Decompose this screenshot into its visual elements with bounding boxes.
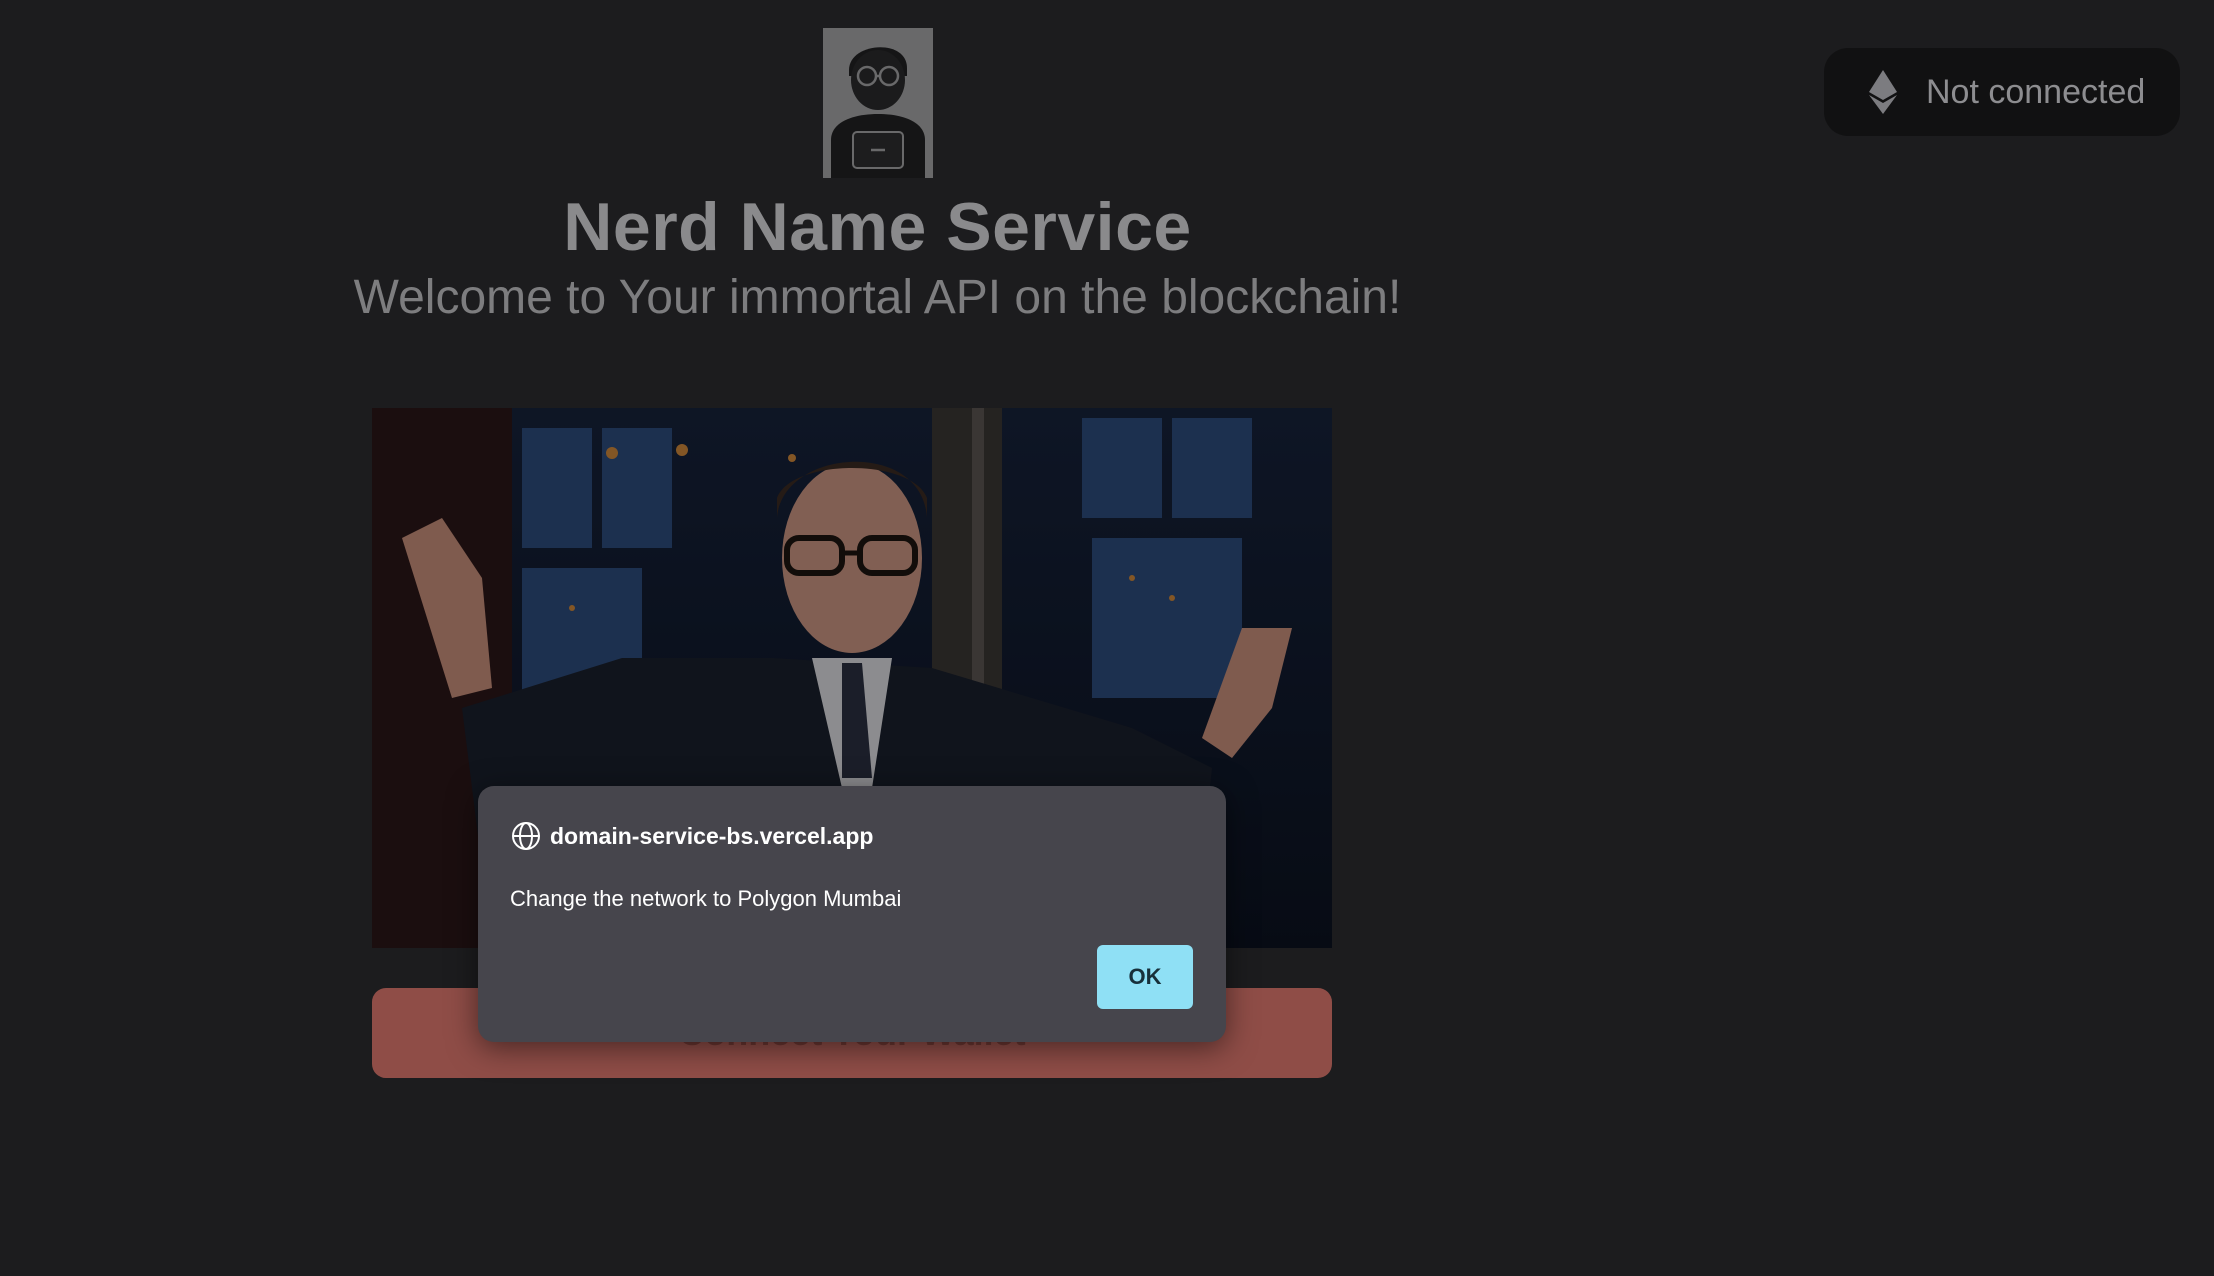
modal-backdrop	[0, 0, 2214, 1276]
alert-dialog: domain-service-bs.vercel.app Change the …	[478, 786, 1226, 1042]
alert-message: Change the network to Polygon Mumbai	[510, 886, 902, 911]
alert-origin-text: domain-service-bs.vercel.app	[550, 822, 874, 849]
ok-button[interactable]: OK	[1097, 945, 1193, 1009]
page: Nerd Name Service Welcome to Your immort…	[0, 0, 2214, 1276]
alert-origin: domain-service-bs.vercel.app	[510, 820, 873, 852]
globe-icon	[510, 820, 542, 852]
